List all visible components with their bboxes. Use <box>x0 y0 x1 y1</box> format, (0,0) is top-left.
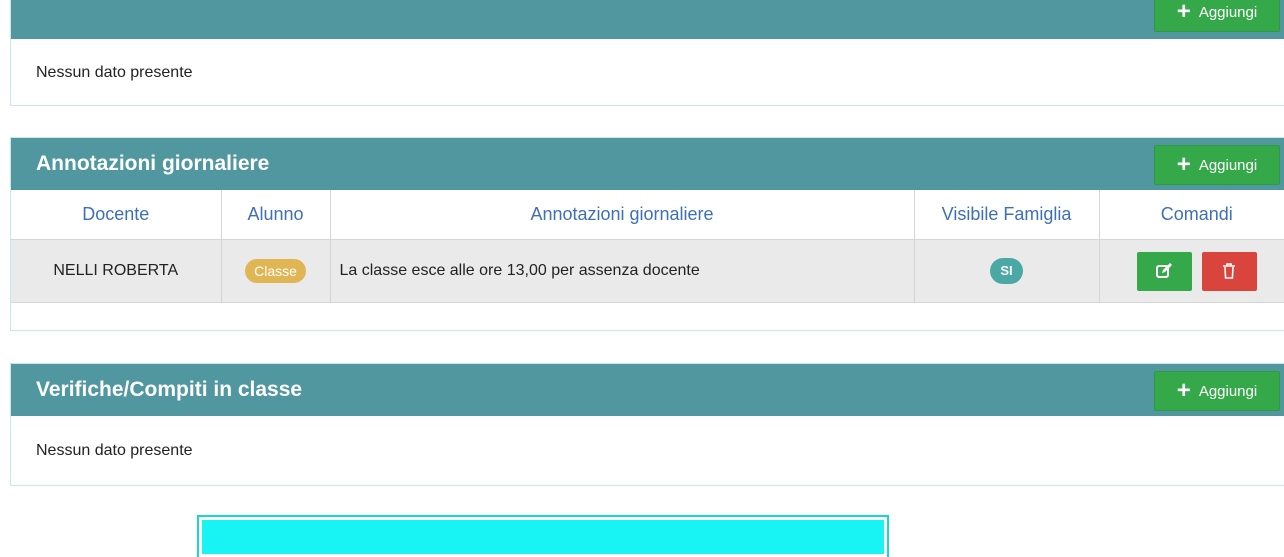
plus-icon: + <box>1176 377 1191 404</box>
panel-verifiche-header: Verifiche/Compiti in classe + Aggiungi <box>11 364 1284 416</box>
panel-annotazioni-header: Annotazioni giornaliere + Aggiungi <box>11 138 1284 190</box>
annotazioni-table: Docente Alunno Annotazioni giornaliere V… <box>11 190 1284 303</box>
add-button-label: Aggiungi <box>1198 156 1258 174</box>
panel-top-header: + Aggiungi <box>11 0 1284 39</box>
add-button-label: Aggiungi <box>1198 382 1258 400</box>
column-header-visibile-famiglia[interactable]: Visibile Famiglia <box>914 190 1100 240</box>
column-header-annotazioni[interactable]: Annotazioni giornaliere <box>330 190 915 240</box>
cell-docente: NELLI ROBERTA <box>11 239 222 303</box>
visibile-badge: SI <box>990 258 1023 284</box>
edit-icon <box>1156 263 1173 278</box>
delete-button[interactable] <box>1201 251 1257 291</box>
cell-alunno: Classe <box>221 239 331 303</box>
table-row: NELLI ROBERTA Classe La classe esce alle… <box>11 239 1284 303</box>
empty-message: Nessun dato presente <box>36 442 193 459</box>
add-button-top[interactable]: + Aggiungi <box>1154 0 1280 32</box>
add-button-annotazioni[interactable]: + Aggiungi <box>1154 145 1280 185</box>
panel-top: + Aggiungi Nessun dato presente <box>10 0 1284 106</box>
column-header-comandi: Comandi <box>1099 190 1284 240</box>
empty-message: Nessun dato presente <box>36 64 193 81</box>
add-button-label: Aggiungi <box>1198 3 1258 21</box>
cell-annotazione: La classe esce alle ore 13,00 per assenz… <box>330 239 915 303</box>
table-header-row: Docente Alunno Annotazioni giornaliere V… <box>11 190 1284 240</box>
edit-button[interactable] <box>1136 251 1192 291</box>
column-header-docente[interactable]: Docente <box>11 190 222 240</box>
panel-title: Annotazioni giornaliere <box>36 152 270 175</box>
cell-visibile: SI <box>914 239 1100 303</box>
panel-verifiche: Verifiche/Compiti in classe + Aggiungi N… <box>10 363 1284 486</box>
plus-icon: + <box>1176 0 1191 25</box>
trash-icon <box>1223 263 1236 279</box>
column-header-alunno[interactable]: Alunno <box>221 190 331 240</box>
highlight-box <box>197 515 889 557</box>
panel-annotazioni: Annotazioni giornaliere + Aggiungi Docen… <box>10 137 1284 331</box>
alunno-badge: Classe <box>245 259 306 283</box>
cell-comandi <box>1099 239 1284 303</box>
plus-icon: + <box>1176 151 1191 178</box>
panel-title: Verifiche/Compiti in classe <box>36 378 303 401</box>
add-button-verifiche[interactable]: + Aggiungi <box>1154 371 1280 411</box>
